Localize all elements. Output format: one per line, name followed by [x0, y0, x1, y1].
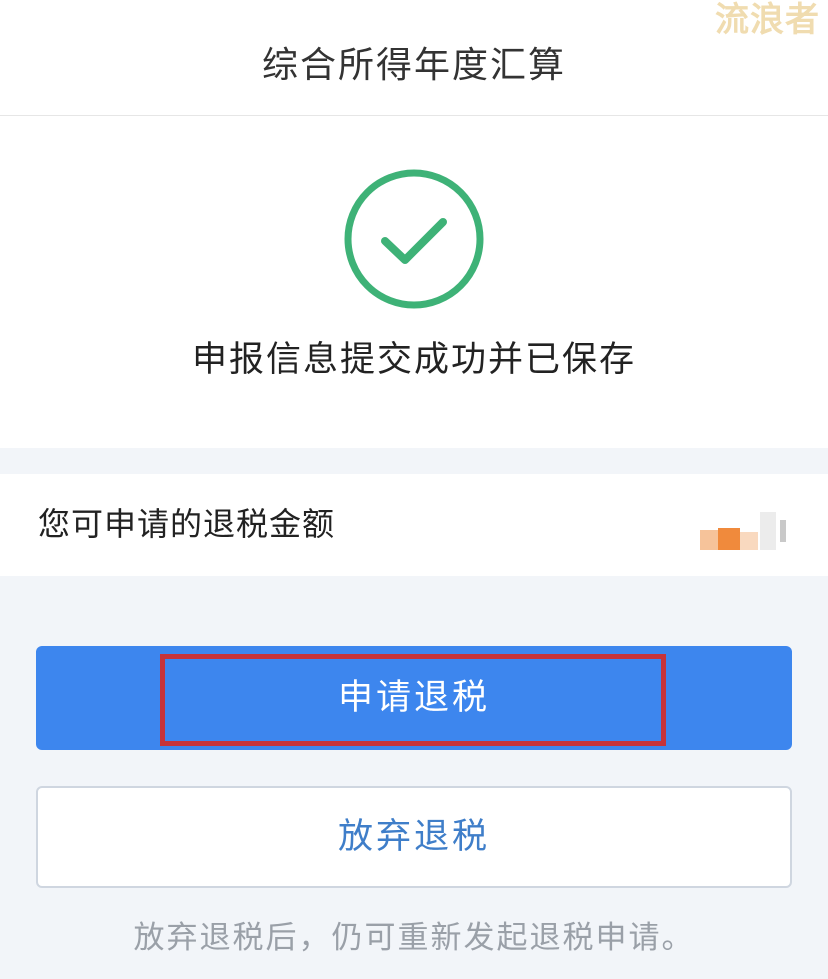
abandon-refund-button[interactable]: 放弃退税	[36, 786, 792, 888]
success-message: 申报信息提交成功并已保存	[191, 340, 636, 380]
obscured-pixel	[740, 532, 758, 550]
refund-amount-row: 您可申请的退税金额	[0, 474, 828, 576]
watermark: 流浪者	[715, 0, 820, 40]
obscured-pixel	[780, 520, 786, 542]
obscured-pixel	[718, 528, 740, 550]
app-header: 综合所得年度汇算 流浪者	[0, 0, 828, 116]
page-title: 综合所得年度汇算	[261, 45, 566, 86]
check-circle-icon	[344, 169, 484, 309]
obscured-pixel	[760, 512, 776, 550]
apply-refund-button[interactable]: 申请退税	[36, 646, 792, 750]
refund-amount-label: 您可申请的退税金额	[38, 505, 336, 543]
obscured-pixel	[700, 530, 718, 550]
success-panel: 申报信息提交成功并已保存	[0, 116, 828, 448]
footnote-text: 放弃退税后，仍可重新发起退税申请。	[133, 920, 695, 956]
refund-amount-value-obscured	[700, 510, 796, 550]
